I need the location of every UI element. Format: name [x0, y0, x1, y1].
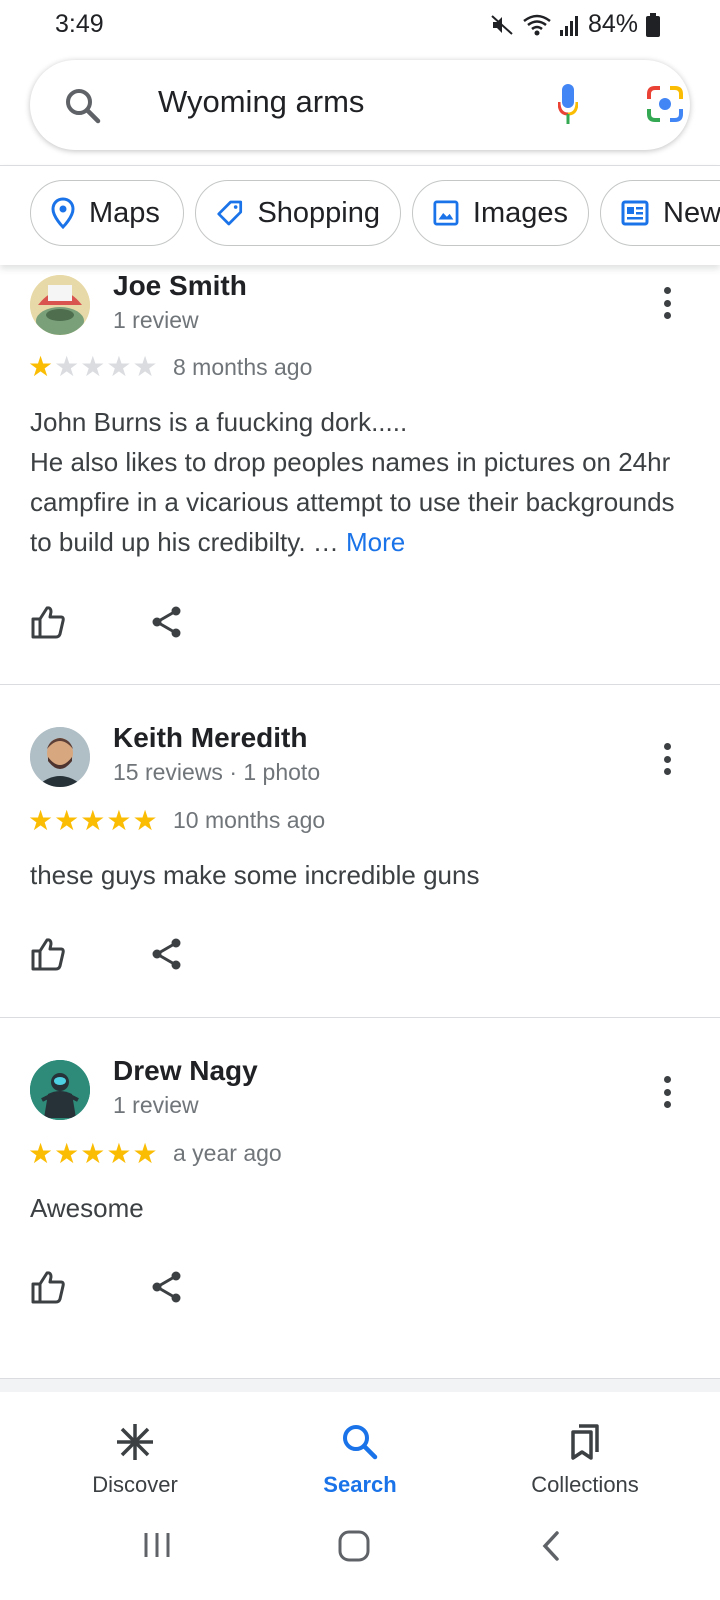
signal-icon [559, 15, 578, 36]
nav-label: Collections [531, 1472, 639, 1497]
filter-chips: Maps Shopping Images New [0, 165, 720, 265]
star-filled-icon: ★ [132, 805, 158, 836]
thumbs-up-icon[interactable] [30, 605, 66, 639]
chip-shopping[interactable]: Shopping [195, 180, 401, 246]
avatar-image [30, 275, 90, 335]
search-icon[interactable] [64, 87, 102, 125]
review-date: a year ago [173, 1140, 282, 1166]
review-card: Drew Nagy 1 review ★ ★ ★ ★ ★ a year ago Awes… [0, 1018, 720, 1378]
star-filled-icon: ★ [132, 1138, 158, 1169]
star-filled-icon: ★ [54, 805, 80, 836]
search-input[interactable] [158, 84, 528, 120]
chip-label: Shopping [257, 196, 380, 229]
nav-collections[interactable]: Collections [485, 1422, 685, 1498]
wifi-icon [523, 14, 551, 35]
reviewer-name[interactable]: Drew Nagy [113, 1055, 258, 1087]
star-filled-icon: ★ [80, 1138, 106, 1169]
tag-icon [217, 200, 243, 226]
bottom-navigation: Discover Search Collections [0, 1392, 720, 1502]
battery-icon [646, 12, 660, 37]
reviewer-meta: 15 reviews · 1 photo [113, 759, 321, 785]
star-empty-icon: ★ [106, 351, 132, 382]
share-icon[interactable] [150, 605, 184, 639]
star-filled-icon: ★ [54, 1138, 80, 1169]
more-options-icon[interactable] [652, 739, 682, 779]
share-icon[interactable] [150, 937, 184, 971]
star-filled-icon: ★ [106, 805, 132, 836]
review-date: 8 months ago [173, 354, 313, 380]
back-icon[interactable] [540, 1530, 562, 1562]
map-pin-icon [51, 197, 75, 229]
nav-label: Search [323, 1472, 397, 1497]
more-link[interactable]: More [346, 527, 405, 557]
chip-maps[interactable]: Maps [30, 180, 184, 246]
review-text: John Burns is a fuucking dork..... He al… [30, 402, 690, 562]
star-filled-icon: ★ [28, 351, 54, 382]
search-bar[interactable] [30, 60, 690, 150]
reviewer-name[interactable]: Joe Smith [113, 270, 247, 302]
recent-apps-icon[interactable] [142, 1530, 172, 1560]
review-text: these guys make some incredible guns [30, 860, 480, 890]
avatar-image [30, 727, 90, 787]
avatar[interactable] [30, 275, 90, 335]
home-icon[interactable] [338, 1530, 370, 1562]
image-icon [433, 200, 459, 226]
star-filled-icon: ★ [28, 1138, 54, 1169]
more-options-icon[interactable] [652, 1072, 682, 1112]
star-filled-icon: ★ [80, 805, 106, 836]
chip-label: New [663, 196, 720, 229]
nav-discover[interactable]: Discover [35, 1422, 235, 1498]
star-rating: ★ ★ ★ ★ ★ [28, 353, 158, 381]
star-empty-icon: ★ [132, 351, 158, 382]
battery-percent: 84% [587, 10, 638, 38]
thumbs-up-icon[interactable] [30, 1270, 66, 1304]
chip-news[interactable]: New [600, 180, 720, 246]
google-lens-icon[interactable] [646, 85, 684, 123]
review-card: Keith Meredith 15 reviews · 1 photo ★ ★ ★ ★… [0, 685, 720, 1018]
avatar-image [30, 1060, 90, 1120]
status-icons: 84% [490, 10, 660, 39]
star-rating: ★ ★ ★ ★ ★ [28, 1140, 158, 1168]
reviewer-meta: 1 review [113, 307, 199, 333]
star-empty-icon: ★ [54, 351, 80, 382]
review-text-line: John Burns is a fuucking dork..... [30, 407, 408, 437]
reviewer-meta: 1 review [113, 1092, 199, 1118]
star-rating: ★ ★ ★ ★ ★ [28, 807, 158, 835]
chip-label: Images [472, 196, 568, 229]
star-filled-icon: ★ [28, 805, 54, 836]
asterisk-icon [117, 1424, 153, 1460]
thumbs-up-icon[interactable] [30, 937, 66, 971]
share-icon[interactable] [150, 1270, 184, 1304]
reviewer-name[interactable]: Keith Meredith [113, 722, 307, 754]
status-time: 3:49 [55, 10, 104, 38]
chip-images[interactable]: Images [412, 180, 589, 246]
avatar[interactable] [30, 727, 90, 787]
star-empty-icon: ★ [80, 351, 106, 382]
review-text: Awesome [30, 1193, 144, 1223]
more-options-icon[interactable] [652, 283, 682, 323]
bookmark-icon [571, 1424, 599, 1460]
nav-search[interactable]: Search [260, 1422, 460, 1498]
avatar[interactable] [30, 1060, 90, 1120]
microphone-icon[interactable] [558, 82, 578, 126]
status-bar: 3:49 84% [0, 0, 720, 52]
review-date: 10 months ago [173, 807, 326, 833]
system-navigation-bar [0, 1510, 720, 1600]
bottom-divider [0, 1378, 720, 1392]
search-icon [343, 1425, 378, 1460]
news-icon [621, 200, 649, 226]
star-filled-icon: ★ [106, 1138, 132, 1169]
mute-icon [491, 14, 513, 35]
nav-label: Discover [92, 1472, 178, 1497]
review-card: Joe Smith 1 review ★ ★ ★ ★ ★ 8 months ago Jo… [0, 265, 720, 685]
chip-label: Maps [89, 196, 160, 229]
